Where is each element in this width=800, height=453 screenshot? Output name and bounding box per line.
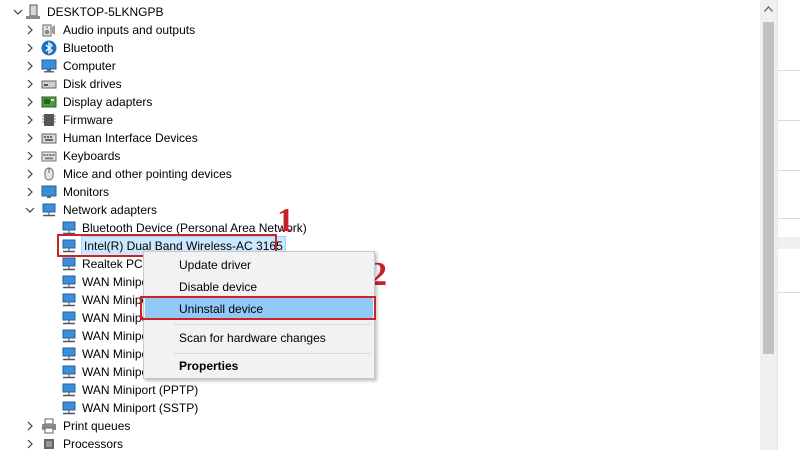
network-adapter-item[interactable]: WAN Minipo bbox=[61, 363, 148, 381]
expand-chevron-icon[interactable] bbox=[25, 417, 35, 435]
network-adapter-icon bbox=[61, 292, 77, 308]
adapter-label: WAN Miniport (SSTP) bbox=[82, 401, 199, 415]
tree-category[interactable]: Display adapters bbox=[41, 93, 152, 111]
adapter-label: WAN Minipo bbox=[82, 329, 149, 343]
tree-root[interactable]: DESKTOP-5LKNGPB bbox=[25, 3, 163, 21]
tree-category[interactable]: Bluetooth bbox=[41, 39, 114, 57]
network-adapter-item[interactable]: WAN Minipo bbox=[61, 327, 148, 345]
scroll-thumb[interactable] bbox=[763, 22, 774, 354]
network-adapter-item[interactable]: WAN Miniport (SSTP) bbox=[61, 399, 198, 417]
network-adapter-icon bbox=[61, 346, 77, 362]
mouse-icon bbox=[41, 166, 57, 182]
category-label: Keyboards bbox=[63, 149, 121, 163]
adapter-label: WAN Minipo bbox=[82, 347, 149, 361]
expand-chevron-icon[interactable] bbox=[25, 183, 35, 201]
expand-chevron-icon[interactable] bbox=[25, 57, 35, 75]
network-adapter-item[interactable]: WAN Minipo bbox=[61, 345, 148, 363]
expand-chevron-icon[interactable] bbox=[25, 75, 35, 93]
category-label: Firmware bbox=[63, 113, 113, 127]
computer-icon bbox=[41, 58, 57, 74]
network-adapter-item[interactable]: WAN Minipo bbox=[61, 309, 148, 327]
monitor-icon bbox=[41, 184, 57, 200]
tree-category[interactable]: Disk drives bbox=[41, 75, 122, 93]
menu-item-disable-device[interactable]: Disable device bbox=[145, 276, 373, 298]
device-tree: DESKTOP-5LKNGPB Audio inputs and outputs… bbox=[0, 0, 760, 453]
menu-item-update-driver[interactable]: Update driver bbox=[145, 254, 373, 276]
expand-chevron-icon[interactable] bbox=[25, 165, 35, 183]
expand-chevron-icon[interactable] bbox=[25, 435, 35, 453]
hid-icon bbox=[41, 130, 57, 146]
adapter-label: WAN Minipo bbox=[82, 365, 149, 379]
collapse-chevron-icon[interactable] bbox=[25, 201, 35, 219]
network-adapter-icon bbox=[61, 328, 77, 344]
annotation-box-2 bbox=[140, 296, 376, 320]
network-adapter-icon bbox=[61, 310, 77, 326]
category-label: Computer bbox=[63, 59, 116, 73]
network-adapter-icon bbox=[61, 274, 77, 290]
tree-category[interactable]: Mice and other pointing devices bbox=[41, 165, 232, 183]
category-label: Human Interface Devices bbox=[63, 131, 198, 145]
firmware-icon bbox=[41, 112, 57, 128]
category-label: Monitors bbox=[63, 185, 110, 199]
disk-drive-icon bbox=[41, 76, 57, 92]
bluetooth-icon bbox=[41, 40, 57, 56]
computer-root-icon bbox=[25, 4, 41, 20]
scroll-up-arrow-icon[interactable] bbox=[760, 0, 777, 17]
category-label: Audio inputs and outputs bbox=[63, 23, 196, 37]
network-adapter-item[interactable]: WAN Miniport (PPTP) bbox=[61, 381, 198, 399]
category-label: Disk drives bbox=[63, 77, 122, 91]
category-label: Print queues bbox=[63, 419, 131, 433]
tree-category[interactable]: Audio inputs and outputs bbox=[41, 21, 195, 39]
vertical-scrollbar[interactable] bbox=[760, 0, 777, 450]
root-label: DESKTOP-5LKNGPB bbox=[47, 5, 164, 19]
network-adapter-item[interactable]: Realtek PCIe bbox=[61, 255, 153, 273]
tree-category[interactable]: Network adapters bbox=[41, 201, 157, 219]
tree-category[interactable]: Keyboards bbox=[41, 147, 120, 165]
network-adapter-icon bbox=[61, 364, 77, 380]
menu-separator bbox=[174, 324, 370, 325]
tree-category[interactable]: Print queues bbox=[41, 417, 130, 435]
adapter-label: WAN Minipo bbox=[82, 293, 149, 307]
expand-chevron-icon[interactable] bbox=[25, 39, 35, 57]
expand-chevron-icon[interactable] bbox=[25, 93, 35, 111]
category-label: Display adapters bbox=[63, 95, 153, 109]
category-label: Network adapters bbox=[63, 203, 158, 217]
annotation-number-1: 1 bbox=[277, 202, 294, 239]
collapse-chevron-icon[interactable] bbox=[13, 3, 23, 21]
menu-item-scan-hardware[interactable]: Scan for hardware changes bbox=[145, 327, 373, 349]
expand-chevron-icon[interactable] bbox=[25, 21, 35, 39]
category-label: Processors bbox=[63, 437, 124, 451]
expand-chevron-icon[interactable] bbox=[25, 147, 35, 165]
printer-icon bbox=[41, 418, 57, 434]
network-adapter-icon bbox=[61, 256, 77, 272]
expand-chevron-icon[interactable] bbox=[25, 129, 35, 147]
adapter-label: WAN Minipo bbox=[82, 275, 149, 289]
category-label: Mice and other pointing devices bbox=[63, 167, 232, 181]
tree-category[interactable]: Monitors bbox=[41, 183, 109, 201]
speaker-icon bbox=[41, 22, 57, 38]
expand-chevron-icon[interactable] bbox=[25, 111, 35, 129]
tree-category[interactable]: Computer bbox=[41, 57, 116, 75]
network-adapter-icon bbox=[61, 400, 77, 416]
adapter-label: WAN Minipo bbox=[82, 311, 149, 325]
menu-item-properties[interactable]: Properties bbox=[145, 355, 373, 377]
network-adapter-icon bbox=[41, 202, 57, 218]
keyboard-icon bbox=[41, 148, 57, 164]
tree-category[interactable]: Firmware bbox=[41, 111, 113, 129]
category-label: Bluetooth bbox=[63, 41, 114, 55]
menu-separator bbox=[174, 353, 370, 354]
network-adapter-item[interactable]: WAN Minipo bbox=[61, 291, 148, 309]
network-adapter-icon bbox=[61, 382, 77, 398]
right-pane bbox=[777, 0, 800, 450]
tree-category[interactable]: Human Interface Devices bbox=[41, 129, 198, 147]
network-adapter-item[interactable]: WAN Minipo bbox=[61, 273, 148, 291]
tree-category[interactable]: Processors bbox=[41, 435, 123, 453]
adapter-label: WAN Miniport (PPTP) bbox=[82, 383, 199, 397]
display-adapter-icon bbox=[41, 94, 57, 110]
